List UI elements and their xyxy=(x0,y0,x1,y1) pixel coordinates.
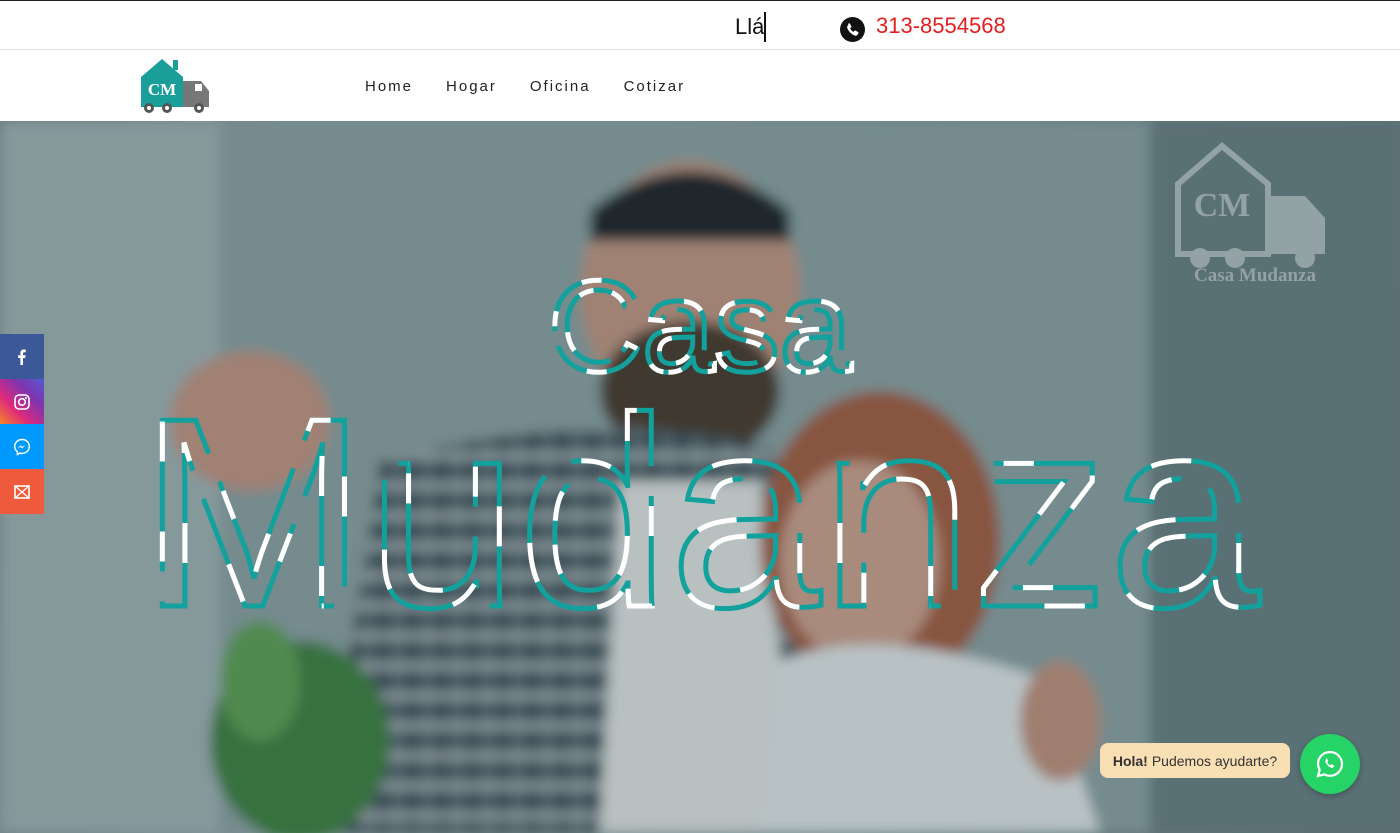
social-sidebar xyxy=(0,334,44,514)
top-bar: Llá 313-8554568 xyxy=(0,0,1400,50)
nav-cotizar[interactable]: Cotizar xyxy=(624,78,686,95)
svg-text:CM: CM xyxy=(148,80,176,99)
whatsapp-icon xyxy=(1316,750,1344,778)
nav-hogar[interactable]: Hogar xyxy=(446,78,497,95)
hero-section: CM Casa Mudanza Casa Casa Mudanza Mudanz… xyxy=(0,121,1400,833)
instagram-icon xyxy=(14,393,30,410)
chat-greeting-bubble[interactable]: Hola! Pudemos ayudarte? xyxy=(1100,743,1290,778)
nav-home[interactable]: Home xyxy=(365,78,413,95)
chat-greeting-text: Pudemos ayudarte? xyxy=(1151,752,1278,769)
hero-title: Casa Casa Mudanza Mudanza xyxy=(138,251,1265,667)
chat-greeting-bold: Hola! xyxy=(1112,752,1148,769)
phone-number-link[interactable]: 313-8554568 xyxy=(876,13,1006,39)
facebook-button[interactable] xyxy=(0,334,44,379)
messenger-button[interactable] xyxy=(0,424,44,469)
text-caret xyxy=(764,12,767,42)
house-truck-logo[interactable]: CM xyxy=(137,55,215,115)
phone-icon xyxy=(840,17,865,42)
messenger-icon xyxy=(13,438,31,456)
navbar: CM Home Hogar Oficina Cotizar xyxy=(0,51,1400,121)
nav-oficina[interactable]: Oficina xyxy=(530,78,591,95)
main-nav: Home Hogar Oficina Cotizar xyxy=(365,78,718,95)
instagram-button[interactable] xyxy=(0,379,44,424)
email-icon xyxy=(14,484,30,499)
facebook-icon xyxy=(18,349,26,365)
typing-text: Llá xyxy=(735,12,767,42)
email-button[interactable] xyxy=(0,469,44,514)
whatsapp-button[interactable] xyxy=(1300,734,1360,794)
hero-title-line2-white: Mudanza xyxy=(140,363,1262,664)
